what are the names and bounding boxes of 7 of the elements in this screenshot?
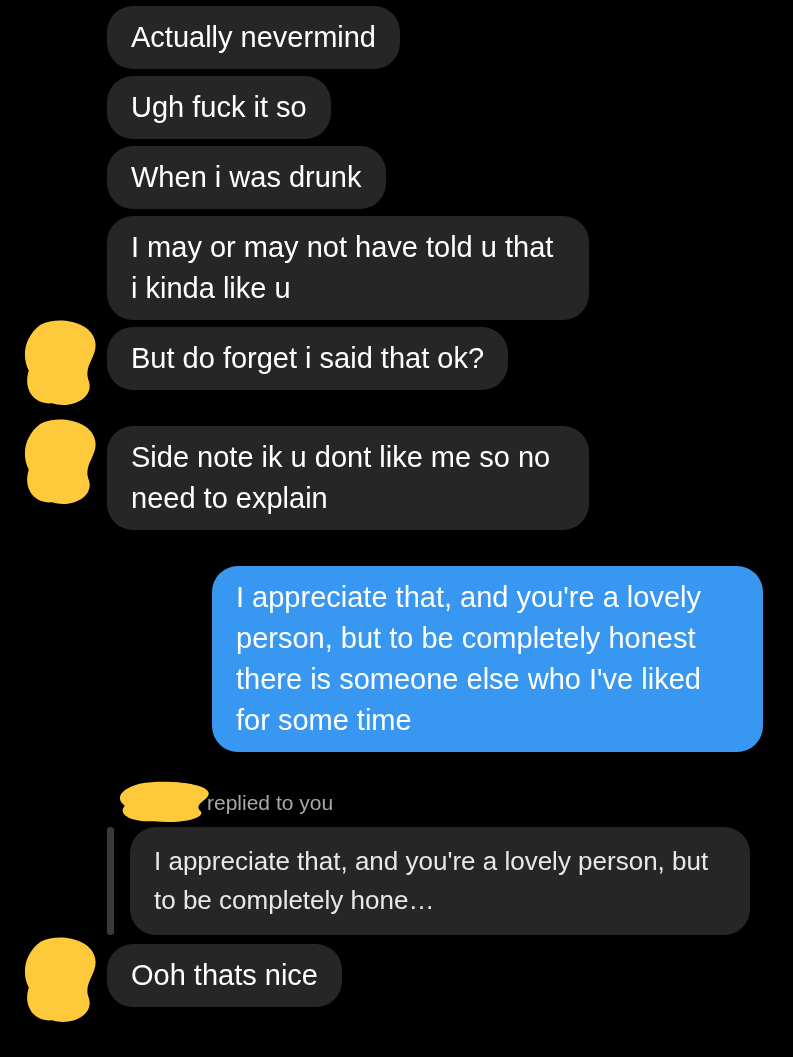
message-bubble: Actually nevermind <box>107 6 400 69</box>
message-bubble: When i was drunk <box>107 146 386 209</box>
message-bubble: Ugh fuck it so <box>107 76 331 139</box>
reply-label: replied to you <box>207 791 334 815</box>
message-bubble: I appreciate that, and you're a lovely person, but to be completely honest there is someone else who I've liked for some time <box>212 566 763 752</box>
message-bubble: I may or may not have told u that i kinda like u <box>107 216 589 320</box>
quoted-message: I appreciate that, and you're a lovely person, but to be completely hone… <box>130 827 750 935</box>
